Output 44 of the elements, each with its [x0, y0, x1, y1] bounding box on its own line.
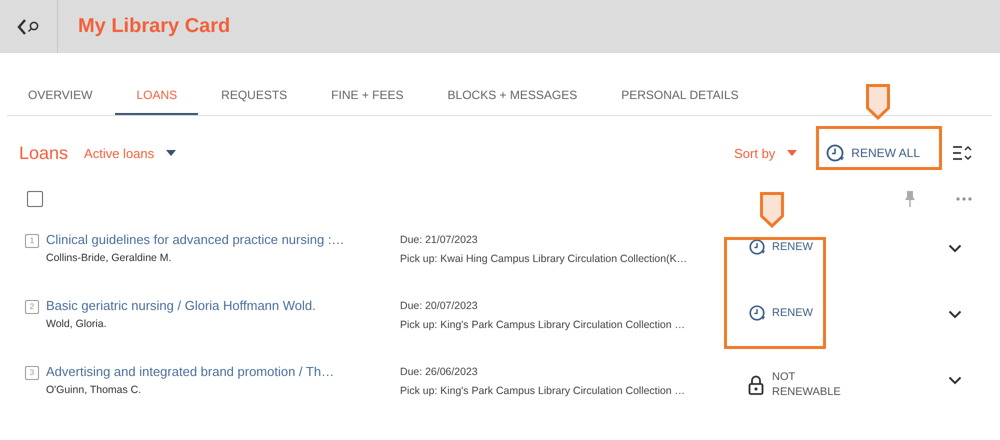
- pickup-location: Pick up: Kwai Hing Campus Library Circulation Collection(K…: [400, 253, 688, 265]
- pickup-location: Pick up: King's Park Campus Library Circulation Collection …: [400, 385, 686, 397]
- section-heading: Loans: [19, 142, 68, 164]
- expand-chevron-icon[interactable]: [948, 376, 962, 385]
- tab[interactable]: BLOCKS + MESSAGES: [426, 77, 598, 115]
- tab[interactable]: LOANS: [115, 77, 198, 115]
- item-number: 1: [25, 234, 39, 248]
- author-text: Wold, Gloria.: [46, 318, 108, 330]
- clock-renew-icon: [748, 238, 766, 256]
- page-title: My Library Card: [78, 15, 230, 38]
- clock-renew-icon: [748, 304, 766, 322]
- author-text: Collins-Bride, Geraldine M.: [46, 252, 172, 264]
- caret-icon: [787, 150, 798, 156]
- clock-renew-icon: [825, 143, 846, 163]
- lock-icon: [748, 375, 764, 395]
- loan-title-link[interactable]: Clinical guidelines for advanced practice nursing :…: [46, 232, 386, 247]
- renew-all-button[interactable]: RENEW ALL: [815, 134, 930, 172]
- pointer-marker: [760, 192, 784, 228]
- loan-title-link[interactable]: Advertising and integrated brand promotion / Th…: [46, 364, 386, 379]
- more-options-icon[interactable]: [956, 197, 972, 201]
- author-text: O'Guinn, Thomas C.: [46, 384, 142, 396]
- renew-button[interactable]: RENEW: [748, 304, 813, 322]
- tab[interactable]: FINE + FEES: [310, 77, 425, 115]
- tab[interactable]: OVERVIEW: [7, 77, 114, 115]
- select-all-checkbox[interactable]: [27, 191, 43, 207]
- filter-dropdown[interactable]: Active loans: [78, 142, 182, 164]
- not-renewable-label: NOT RENEWABLE: [772, 370, 842, 400]
- sort-dropdown[interactable]: Sort by: [728, 142, 804, 164]
- caret-icon: [166, 150, 176, 156]
- pointer-marker: [866, 84, 890, 120]
- pickup-location: Pick up: King's Park Campus Library Circulation Collection …: [400, 319, 686, 331]
- tab[interactable]: PERSONAL DETAILS: [600, 77, 760, 115]
- expand-chevron-icon[interactable]: [948, 244, 962, 253]
- back-search-icon[interactable]: [16, 18, 42, 36]
- tab[interactable]: REQUESTS: [200, 77, 308, 115]
- item-number: 2: [25, 300, 39, 314]
- item-number: 3: [25, 366, 39, 380]
- sort-order-icon[interactable]: [952, 144, 972, 162]
- expand-chevron-icon[interactable]: [948, 310, 962, 319]
- renew-button[interactable]: RENEW: [748, 238, 813, 256]
- due-date: Due: 26/06/2023: [400, 366, 479, 378]
- due-date: Due: 20/07/2023: [400, 300, 479, 312]
- due-date: Due: 21/07/2023: [400, 234, 479, 246]
- loan-title-link[interactable]: Basic geriatric nursing / Gloria Hoffmann Wold.: [46, 298, 386, 313]
